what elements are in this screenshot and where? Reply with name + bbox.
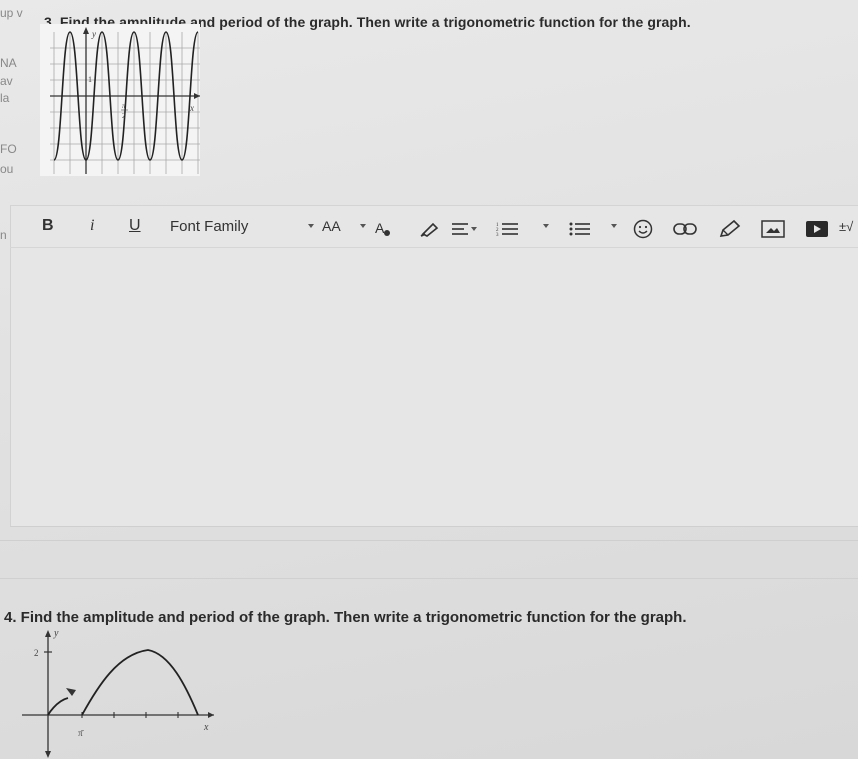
sidebar-fragment: NA (0, 56, 17, 70)
sidebar-fragment: up v (0, 6, 23, 20)
ordered-list-icon[interactable]: 1 2 3 (496, 220, 528, 238)
underline-button[interactable]: U (129, 217, 141, 235)
font-size-select[interactable]: AA (322, 218, 341, 234)
y-axis-label: y (91, 29, 96, 39)
question-4-graph: y x 2 π̄ (22, 628, 214, 758)
sidebar-fragment: FO (0, 142, 17, 156)
sidebar-fragment: ou (0, 162, 14, 176)
highlight-icon[interactable] (419, 221, 441, 237)
y-axis-down-arrow (45, 751, 51, 758)
font-size-dropdown-icon[interactable] (360, 224, 366, 228)
y-axis-arrow (45, 630, 51, 637)
bullet-list-icon[interactable] (569, 220, 591, 238)
ordered-list-dropdown-icon[interactable] (543, 224, 549, 228)
image-icon[interactable] (761, 220, 785, 238)
sidebar-fragment: av (0, 74, 13, 88)
y-axis-label: y (53, 628, 59, 639)
x-axis-label: x (189, 103, 194, 113)
link-icon[interactable] (673, 221, 697, 237)
divider (0, 540, 858, 541)
x-axis-arrow (208, 712, 214, 718)
answer-editor-area[interactable] (10, 205, 858, 527)
italic-button[interactable]: i (90, 217, 94, 235)
x-tick-label: π̄ (78, 728, 85, 738)
video-icon[interactable] (805, 220, 829, 238)
emoji-icon[interactable] (633, 219, 653, 239)
bullet-list-dropdown-icon[interactable] (611, 224, 617, 228)
svg-text:A: A (375, 220, 385, 236)
question-3-graph: y x 1 π 2 (40, 24, 200, 176)
font-family-select[interactable]: Font Family (170, 218, 248, 235)
editor-toolbar: B i U Font Family AA A 1 2 3 ±√ (10, 207, 858, 248)
x-tick-label-pi: π (122, 102, 126, 110)
question-4-text: 4. Find the amplitude and period of the … (4, 609, 687, 626)
font-family-dropdown-icon[interactable] (308, 224, 314, 228)
divider (0, 578, 858, 579)
graph-background (40, 24, 200, 176)
sidebar-fragment: la (0, 91, 10, 105)
text-color-icon[interactable]: A (374, 220, 392, 238)
math-equation-button[interactable]: ±√ (839, 219, 853, 234)
pencil-icon[interactable] (718, 219, 742, 239)
svg-text:3: 3 (496, 233, 499, 238)
sine-curve (47, 649, 199, 716)
x-tick-label-two: 2 (122, 112, 126, 120)
bold-button[interactable]: B (42, 217, 54, 235)
sidebar-fragment: n (0, 228, 7, 242)
x-axis-label: x (203, 722, 209, 733)
y-tick-label: 1 (88, 75, 92, 84)
y-tick-label: 2 (34, 648, 39, 658)
mouse-cursor-icon (66, 688, 76, 696)
align-icon[interactable] (451, 222, 477, 236)
